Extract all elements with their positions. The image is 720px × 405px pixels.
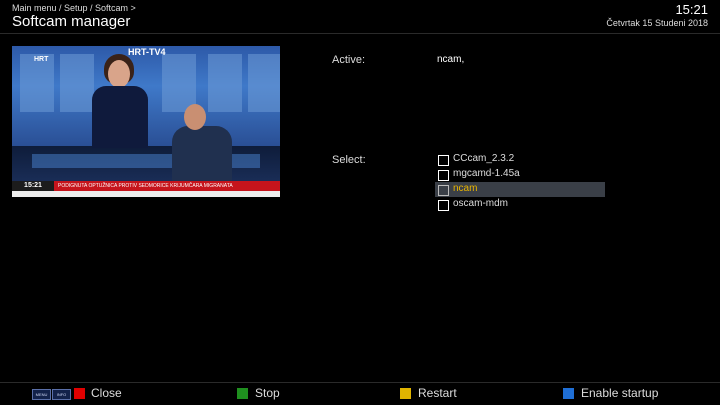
softcam-item-selected[interactable]: ncam [435,182,605,197]
select-label: Select: [332,154,366,166]
page-title: Softcam manager [12,13,131,30]
active-value: ncam, [437,54,465,65]
stop-button[interactable]: Stop [255,386,280,400]
ticker-text: PODIGNUTA OPTUŽNICA PROTIV SEDMORICE KRI… [58,183,233,189]
softcam-name: ncam [453,183,478,194]
menu-key-icon[interactable]: MENU [32,389,51,400]
info-key-icon[interactable]: INFO [52,389,71,400]
header-divider [0,33,720,34]
breadcrumb: Main menu / Setup / Softcam > [12,3,136,13]
close-button[interactable]: Close [91,386,122,400]
news-ticker: 15:21 PODIGNUTA OPTUŽNICA PROTIV SEDMORI… [12,181,280,191]
softcam-name: mgcamd-1.45a [453,168,520,179]
softcam-item[interactable]: oscam-mdm [435,197,605,212]
header-bar: Main menu / Setup / Softcam > Softcam ma… [0,0,720,33]
red-key-icon [74,388,85,399]
studio-window [248,54,280,112]
softcam-item[interactable]: mgcamd-1.45a [435,167,605,182]
checkbox-icon[interactable] [438,185,449,196]
green-key-icon [237,388,248,399]
studio-window [208,54,242,112]
date: Četvrtak 15 Studeni 2018 [606,18,708,28]
channel-logo: HRT-TV4 [128,47,166,57]
guest-body [172,126,232,186]
clock: 15:21 [675,2,708,17]
anchor-head [108,60,130,88]
anchor-body [92,86,148,148]
checkbox-icon[interactable] [438,155,449,166]
guest-head [184,104,206,130]
softcam-list: CCcam_2.3.2 mgcamd-1.45a ncam oscam-mdm [435,152,605,212]
softcam-name: oscam-mdm [453,198,509,209]
ticker-underbar [12,191,280,197]
softcam-item[interactable]: CCcam_2.3.2 [435,152,605,167]
checkbox-icon[interactable] [438,200,449,211]
yellow-key-icon [400,388,411,399]
studio-window [60,54,94,112]
active-label: Active: [332,54,366,66]
blue-key-icon [563,388,574,399]
checkbox-icon[interactable] [438,170,449,181]
restart-button[interactable]: Restart [418,386,457,400]
tv-preview: HRT-TV4 HRT 15:21 PODIGNUTA OPTUŽNICA PR… [12,46,280,197]
softcam-name: CCcam_2.3.2 [453,153,515,164]
ticker-time: 15:21 [12,181,54,191]
enable-startup-button[interactable]: Enable startup [581,386,658,400]
footer-divider [0,382,720,383]
studio-window [162,54,196,112]
corner-logo: HRT [34,56,49,63]
